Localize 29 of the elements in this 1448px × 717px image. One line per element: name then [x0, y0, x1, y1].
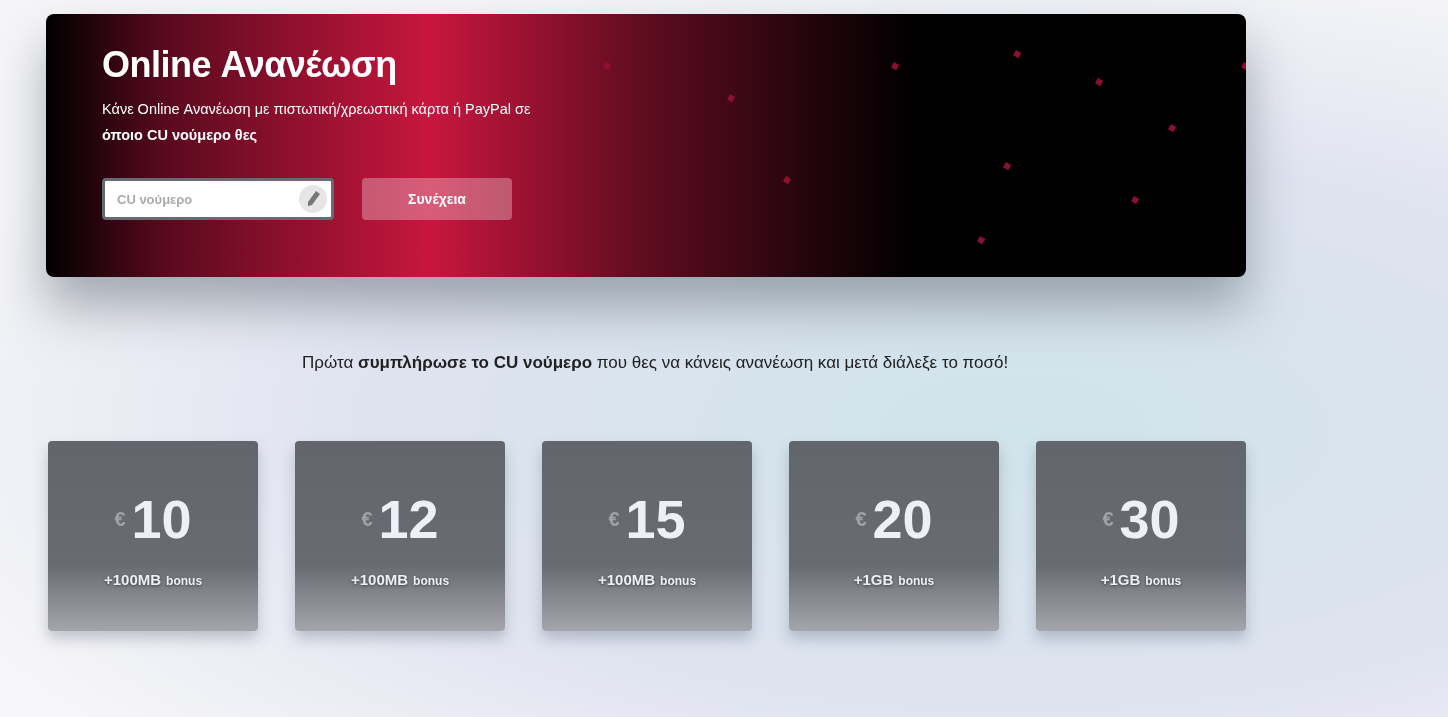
- bonus-amount: +100MB: [350, 571, 409, 588]
- bonus-amount: +1GB: [853, 571, 894, 588]
- amount-card[interactable]: €10 +100MB bonus: [48, 441, 258, 631]
- bonus-label: bonus: [1145, 574, 1182, 588]
- bonus-label: bonus: [413, 574, 450, 588]
- amount-card[interactable]: €15 +100MB bonus: [542, 441, 752, 631]
- currency-symbol: €: [855, 507, 867, 531]
- bonus-amount: +100MB: [597, 571, 656, 588]
- currency-symbol: €: [361, 507, 373, 531]
- amount-value: 20: [872, 489, 933, 549]
- banner-title: Online Ανανέωση: [102, 44, 398, 86]
- bonus-label: bonus: [166, 574, 203, 588]
- bonus-label: bonus: [660, 574, 697, 588]
- instruction-text: Πρώτα συμπλήρωσε το CU νούμερο που θες να κάνεις ανανέωση και μετά διάλεξε το ποσό!: [302, 353, 1010, 373]
- bonus-amount: +1GB: [1100, 571, 1141, 588]
- amount-value: 30: [1119, 489, 1180, 549]
- currency-symbol: €: [608, 507, 620, 531]
- bonus-label: bonus: [898, 574, 935, 588]
- cu-number-input[interactable]: CU νούμερο: [102, 178, 334, 220]
- amount-card[interactable]: €30 +1GB bonus: [1036, 441, 1246, 631]
- currency-symbol: €: [114, 507, 126, 531]
- amount-value: 15: [625, 489, 686, 549]
- bonus-amount: +100MB: [103, 571, 162, 588]
- amount-value: 12: [378, 489, 439, 549]
- amount-card[interactable]: €20 +1GB bonus: [789, 441, 999, 631]
- banner-subtitle: Κάνε Online Ανανέωση με πιστωτική/χρεωστική κάρτα ή PayPal σε όποιο CU νούμερο θες: [102, 100, 532, 145]
- amount-value: 10: [131, 489, 192, 549]
- currency-symbol: €: [1102, 507, 1114, 531]
- amount-card[interactable]: €12 +100MB bonus: [295, 441, 505, 631]
